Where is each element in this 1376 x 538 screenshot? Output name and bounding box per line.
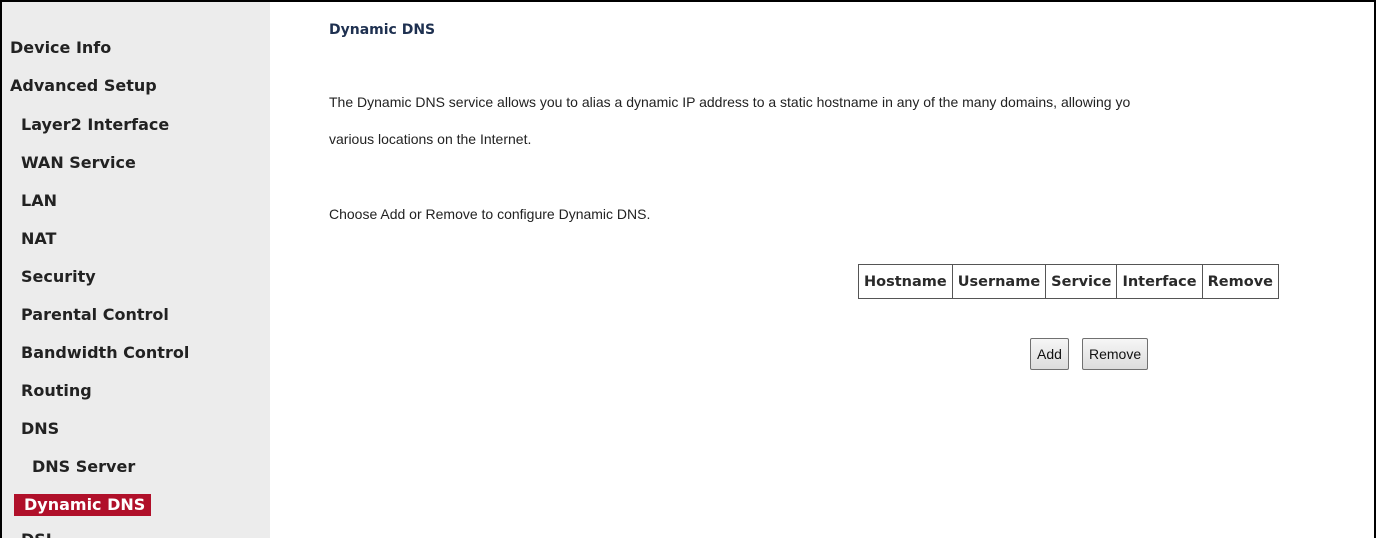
- sidebar-item-advanced-setup[interactable]: Advanced Setup: [10, 76, 157, 96]
- column-header-hostname: Hostname: [858, 264, 953, 299]
- column-header-username: Username: [951, 264, 1047, 299]
- sidebar-item-dynamic-dns[interactable]: Dynamic DNS: [14, 494, 152, 516]
- sidebar-item-parental-control[interactable]: Parental Control: [21, 305, 169, 325]
- ddns-table: Hostname Username Service Interface Remo…: [858, 264, 1279, 299]
- column-header-interface: Interface: [1116, 264, 1203, 299]
- sidebar-item-dsl[interactable]: DSL: [21, 530, 56, 538]
- sidebar-item-dns[interactable]: DNS: [21, 419, 59, 439]
- sidebar-item-dns-server[interactable]: DNS Server: [32, 457, 135, 477]
- remove-button[interactable]: Remove: [1082, 338, 1149, 370]
- sidebar-item-layer2-interface[interactable]: Layer2 Interface: [21, 115, 169, 135]
- table-header-row: Hostname Username Service Interface Remo…: [858, 264, 1279, 299]
- app-frame: Device Info Advanced Setup Layer2 Interf…: [0, 0, 1376, 538]
- add-button[interactable]: Add: [1030, 338, 1069, 370]
- sidebar-item-routing[interactable]: Routing: [21, 381, 92, 401]
- column-header-remove: Remove: [1201, 264, 1279, 299]
- column-header-service: Service: [1045, 264, 1118, 299]
- description-line-2: various locations on the Internet.: [329, 131, 532, 147]
- sidebar-menu: Device Info Advanced Setup Layer2 Interf…: [0, 2, 270, 538]
- sidebar-item-bandwidth-control[interactable]: Bandwidth Control: [21, 343, 189, 363]
- sidebar-item-wan-service[interactable]: WAN Service: [21, 153, 136, 173]
- sidebar-item-nat[interactable]: NAT: [21, 229, 56, 249]
- sidebar-item-device-info[interactable]: Device Info: [10, 38, 111, 58]
- sidebar-item-lan[interactable]: LAN: [21, 191, 57, 211]
- description-line-1: The Dynamic DNS service allows you to al…: [329, 94, 1131, 110]
- sidebar-item-security[interactable]: Security: [21, 267, 96, 287]
- page-title: Dynamic DNS: [329, 22, 436, 38]
- instruction-text: Choose Add or Remove to configure Dynami…: [329, 206, 651, 222]
